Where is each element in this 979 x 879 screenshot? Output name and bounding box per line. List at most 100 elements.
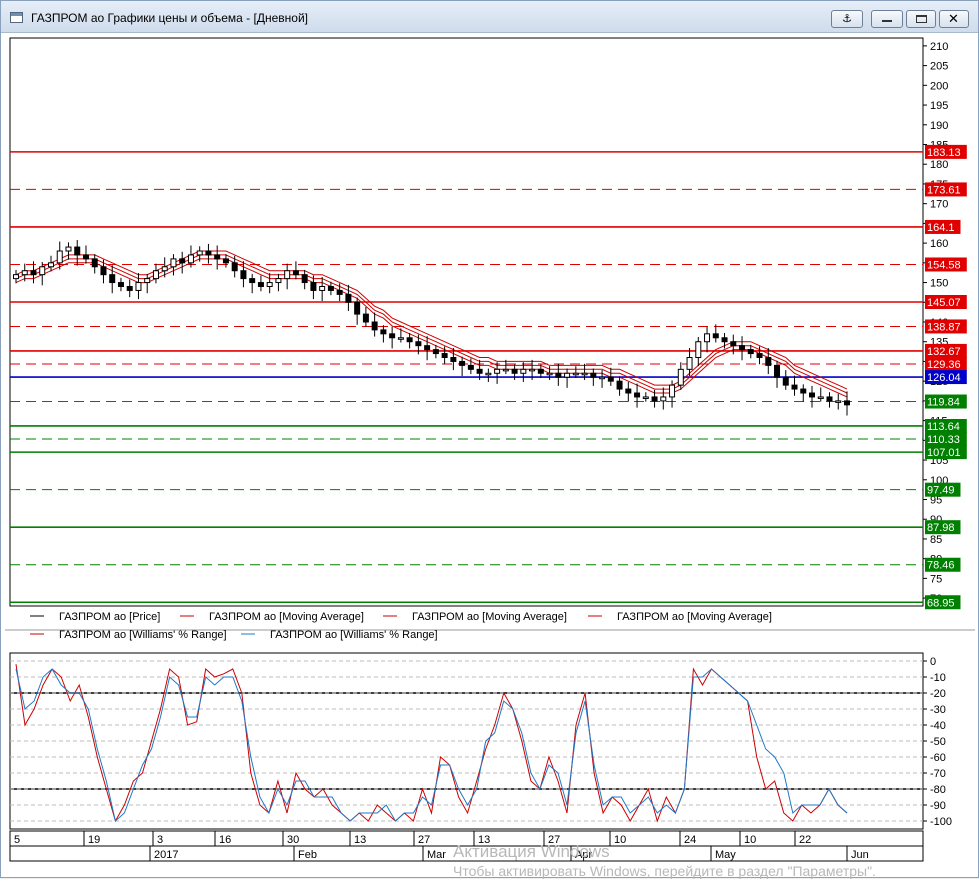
candle-body: [266, 282, 273, 288]
candle-body: [651, 396, 658, 402]
candle-body: [152, 270, 159, 280]
candle-body: [459, 360, 466, 366]
candle-body: [415, 341, 422, 347]
price-panel-frame: [9, 37, 924, 607]
candle-body: [161, 266, 168, 272]
date-day-label: 27: [418, 834, 430, 846]
date-day-label: 5: [14, 834, 20, 846]
level-tag-label: 68.95: [927, 597, 955, 609]
price-tick-label: 85: [930, 534, 942, 546]
candle-body: [590, 372, 597, 378]
candle-body: [240, 270, 247, 280]
candle-body: [275, 278, 282, 284]
candle-body: [835, 400, 842, 403]
candle-body: [380, 329, 387, 335]
candle-body: [432, 349, 439, 355]
candle-body: [704, 333, 711, 343]
candle-body: [564, 372, 571, 378]
candle-body: [65, 246, 72, 252]
candle-body: [170, 258, 177, 268]
legend-label: ГАЗПРОМ ао [Price]: [59, 611, 160, 623]
title-bar[interactable]: ГАЗПРОМ ао Графики цены и объема - [Днев…: [1, 1, 978, 33]
candle-body: [30, 270, 37, 276]
price-tick-label: 190: [930, 120, 948, 132]
date-day-label: 22: [799, 834, 811, 846]
candle-body: [179, 258, 186, 264]
level-tag-label: 97.49: [927, 485, 955, 497]
candle-body: [844, 400, 850, 406]
candle-body: [82, 254, 89, 260]
candle-body: [555, 372, 562, 378]
candle-body: [336, 289, 343, 295]
candle-body: [257, 282, 264, 288]
price-tick-label: 180: [930, 159, 948, 171]
legend: ГАЗПРОМ ао [Price] ГАЗПРОМ ао [Moving Ave…: [5, 611, 975, 641]
candle-body: [782, 376, 789, 386]
minimize-button[interactable]: [871, 10, 903, 28]
price-tick-label: 150: [930, 278, 948, 290]
candle-body: [362, 313, 369, 323]
candle-body: [91, 258, 98, 268]
maximize-icon: [916, 15, 927, 23]
candle-body: [747, 349, 754, 355]
candle-body: [389, 333, 396, 339]
level-tag-label: 78.46: [927, 560, 955, 572]
level-tag-label: 164.1: [927, 222, 955, 234]
candle-body: [756, 353, 763, 358]
candle-body: [546, 372, 553, 376]
maximize-button[interactable]: [906, 10, 936, 28]
price-tick-label: 160: [930, 238, 948, 250]
candle-body: [424, 345, 431, 351]
window-app-icon[interactable]: [10, 12, 23, 23]
candle-body: [677, 368, 684, 386]
candle-body: [100, 266, 107, 276]
candle-body: [109, 274, 116, 284]
williams-tick-label: -100: [930, 816, 952, 828]
chart-client-area[interactable]: 2102052001951901851801751701651601551501…: [5, 34, 975, 874]
williams-tick-label: -10: [930, 672, 946, 684]
candle-body: [406, 337, 413, 343]
price-tick-label: 75: [930, 573, 942, 585]
candle-body: [625, 388, 632, 394]
candle-body: [144, 278, 151, 284]
date-day-label: 13: [354, 834, 366, 846]
candle-body: [126, 286, 133, 291]
legend-label: ГАЗПРОМ ао [Williams' % Range]: [59, 629, 227, 641]
candle-body: [74, 246, 81, 256]
chart-canvas[interactable]: 2102052001951901851801751701651601551501…: [5, 34, 975, 874]
candle-body: [196, 250, 203, 256]
level-tag-label: 132.67: [927, 346, 961, 358]
candle-body: [529, 368, 536, 372]
level-tag-label: 107.01: [927, 447, 961, 459]
date-day-label: 19: [88, 834, 100, 846]
candle-body: [441, 353, 448, 358]
candle-body: [581, 372, 588, 376]
candle-body: [354, 301, 361, 315]
candle-body: [56, 250, 63, 264]
candle-body: [187, 254, 194, 264]
candle-body: [397, 337, 404, 340]
candle-body: [117, 282, 124, 288]
candle-body: [345, 293, 352, 303]
anchor-button[interactable]: ⚓: [831, 10, 863, 28]
level-tag-label: 87.98: [927, 522, 955, 534]
date-month-label: Jun: [851, 849, 869, 861]
price-plot-area: [9, 37, 924, 607]
date-month-label: Feb: [298, 849, 317, 861]
candle-body: [791, 384, 798, 390]
legend-label: ГАЗПРОМ ао [Moving Average]: [209, 611, 364, 623]
candle-body: [494, 368, 501, 374]
price-tick-label: 210: [930, 41, 948, 53]
williams-tick-label: -90: [930, 800, 946, 812]
candle-body: [809, 392, 816, 398]
candle-body: [284, 270, 291, 280]
close-button[interactable]: ✕: [939, 10, 969, 28]
level-tag-label: 119.84: [927, 397, 960, 409]
candle-body: [765, 357, 772, 366]
candle-body: [135, 282, 142, 291]
candle-body: [695, 341, 702, 359]
level-tag-label: 145.07: [927, 297, 961, 309]
level-tag-label: 154.58: [927, 259, 961, 271]
price-tick-label: 200: [930, 80, 948, 92]
date-day-label: 24: [684, 834, 696, 846]
